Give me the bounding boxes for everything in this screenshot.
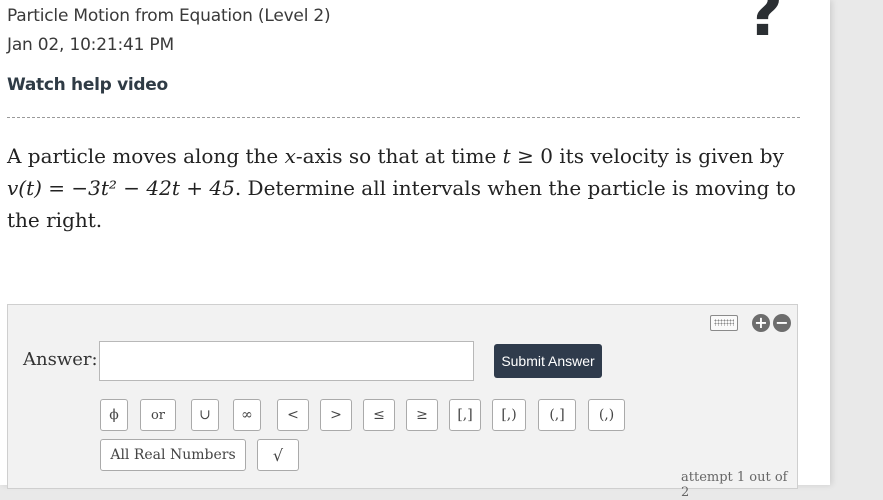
question-mark-icon[interactable]: ? xyxy=(746,0,783,46)
var-t: t xyxy=(502,144,511,168)
zoom-in-button[interactable]: + xyxy=(752,314,770,332)
empty-set-button[interactable]: ϕ xyxy=(100,399,128,431)
answer-input[interactable] xyxy=(99,341,474,381)
velocity-equation: v(t) = −3t² − 42t + 45 xyxy=(7,176,235,200)
divider xyxy=(7,117,800,118)
open-interval-button[interactable]: (,) xyxy=(588,399,625,431)
watch-help-video-link[interactable]: Watch help video xyxy=(7,75,168,95)
var-x: x xyxy=(284,144,296,168)
keyboard-icon[interactable] xyxy=(710,315,738,331)
answer-label: Answer: xyxy=(23,349,98,370)
less-than-button[interactable]: < xyxy=(277,399,309,431)
or-button[interactable]: or xyxy=(140,399,176,431)
less-equal-button[interactable]: ≤ xyxy=(363,399,395,431)
attempt-counter: attempt 1 out of 2 xyxy=(681,470,788,500)
question-text: A particle moves along the x-axis so tha… xyxy=(7,140,797,236)
problem-title: Particle Motion from Equation (Level 2) xyxy=(7,6,331,26)
greater-equal-button[interactable]: ≥ xyxy=(406,399,438,431)
all-real-numbers-button[interactable]: All Real Numbers xyxy=(100,439,246,471)
greater-than-button[interactable]: > xyxy=(320,399,352,431)
answer-panel: + − Answer: Submit Answer ϕ or ∪ ∞ < > ≤… xyxy=(7,304,798,500)
square-root-button[interactable]: √ xyxy=(257,439,299,471)
question-part-2: -axis so that at time xyxy=(295,144,503,168)
closed-interval-button[interactable]: [,] xyxy=(449,399,481,431)
infinity-button[interactable]: ∞ xyxy=(233,399,261,431)
submit-answer-button[interactable]: Submit Answer xyxy=(494,344,602,378)
question-part-1: A particle moves along the xyxy=(7,144,285,168)
open-closed-interval-button[interactable]: (,] xyxy=(538,399,576,431)
zoom-out-button[interactable]: − xyxy=(773,314,791,332)
timestamp: Jan 02, 10:21:41 PM xyxy=(7,35,174,55)
closed-open-interval-button[interactable]: [,) xyxy=(492,399,526,431)
union-button[interactable]: ∪ xyxy=(191,399,219,431)
page: Particle Motion from Equation (Level 2) … xyxy=(0,0,830,500)
question-condition: ≥ 0 its velocity is given by xyxy=(510,144,784,168)
